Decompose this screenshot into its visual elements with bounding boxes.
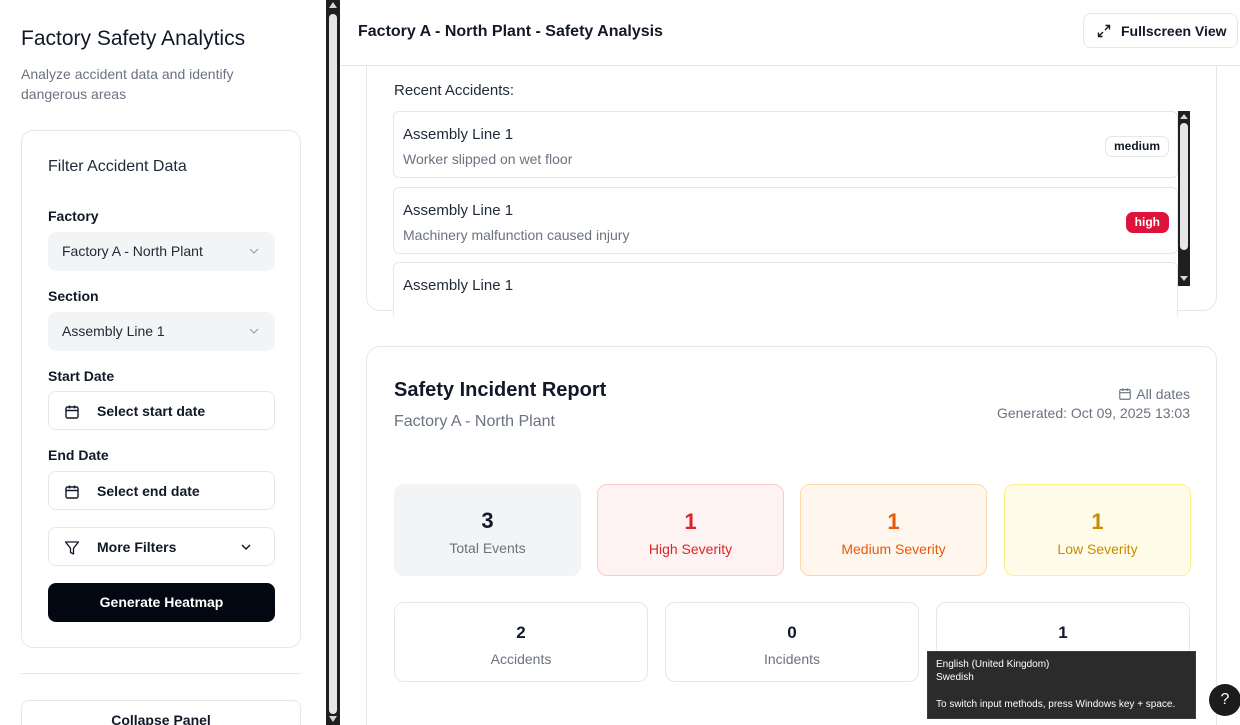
date-range-text: All dates <box>1136 386 1190 402</box>
filter-icon <box>64 541 80 555</box>
list-item[interactable]: Assembly Line 1 Machinery malfunction ca… <box>393 187 1178 254</box>
stat-accidents: 2 Accidents <box>394 602 648 682</box>
end-date-placeholder: Select end date <box>97 483 200 499</box>
start-date-label: Start Date <box>48 368 115 384</box>
section-select-value: Assembly Line 1 <box>62 323 165 339</box>
section-select[interactable]: Assembly Line 1 <box>48 312 275 351</box>
chevron-down-icon <box>249 328 259 334</box>
accident-description: Machinery malfunction caused injury <box>403 227 630 243</box>
calendar-icon <box>65 485 79 499</box>
scrollbar-thumb[interactable] <box>329 14 337 714</box>
scroll-up-arrow[interactable] <box>1180 114 1188 119</box>
calendar-icon <box>65 405 79 419</box>
recent-accidents-list: Assembly Line 1 Worker slipped on wet fl… <box>393 111 1178 316</box>
factory-select[interactable]: Factory A - North Plant <box>48 232 275 271</box>
stat-value: 0 <box>787 623 797 642</box>
calendar-icon <box>1119 388 1132 400</box>
stat-label: High Severity <box>648 541 733 557</box>
start-date-placeholder: Select start date <box>97 403 206 419</box>
stat-value: 3 <box>481 508 494 533</box>
fullscreen-button[interactable]: Fullscreen View <box>1083 13 1238 48</box>
recent-accidents-heading: Recent Accidents: <box>394 82 515 99</box>
filter-card: Filter Accident Data Factory Factory A -… <box>21 130 301 648</box>
stat-incidents: 0 Incidents <box>665 602 919 682</box>
stat-label: Total Events <box>449 540 526 556</box>
report-date-range: All dates <box>997 385 1190 404</box>
report-subtitle: Factory A - North Plant <box>394 413 555 430</box>
accident-section: Assembly Line 1 <box>403 202 514 219</box>
accident-description: Worker slipped on wet floor <box>403 151 573 167</box>
end-date-button[interactable]: Select end date <box>48 471 275 510</box>
stat-medium-severity: 1 Medium Severity <box>800 484 987 576</box>
more-filters-button[interactable]: More Filters <box>48 527 275 566</box>
tooltip-language-2: Swedish <box>936 672 974 683</box>
stat-high-severity: 1 High Severity <box>597 484 784 576</box>
start-date-button[interactable]: Select start date <box>48 391 275 430</box>
stat-label: Accidents <box>490 651 552 667</box>
help-button[interactable]: ? <box>1209 684 1240 716</box>
sidebar: Factory Safety Analytics Analyze acciden… <box>0 0 326 725</box>
app-root: Factory Safety Analytics Analyze acciden… <box>0 0 1240 725</box>
end-date-label: End Date <box>48 447 109 463</box>
scroll-up-arrow[interactable] <box>329 2 337 8</box>
scroll-down-arrow[interactable] <box>1180 276 1188 281</box>
app-subtitle: Analyze accident data and identify dange… <box>21 66 234 102</box>
input-method-tooltip: English (United Kingdom) Swedish To swit… <box>927 651 1196 719</box>
factory-label: Factory <box>48 208 99 224</box>
more-filters-label: More Filters <box>97 539 177 555</box>
stat-label: Low Severity <box>1057 541 1138 557</box>
stat-value: 2 <box>516 623 526 642</box>
stat-label: Incidents <box>763 651 821 667</box>
stat-total-events: 3 Total Events <box>394 484 581 576</box>
main-panel: Recent Accidents: Assembly Line 1 Worker… <box>340 0 1240 725</box>
scroll-down-arrow[interactable] <box>329 716 337 722</box>
tooltip-hint: To switch input methods, press Windows k… <box>936 699 1176 710</box>
factory-select-value: Factory A - North Plant <box>62 243 203 259</box>
fullscreen-label: Fullscreen View <box>1121 23 1227 39</box>
collapse-panel-button[interactable]: Collapse Panel <box>21 700 301 725</box>
sidebar-scrollbar[interactable] <box>326 0 340 725</box>
accidents-list-scrollbar[interactable] <box>1178 111 1190 286</box>
generate-heatmap-button[interactable]: Generate Heatmap <box>48 583 275 622</box>
chevron-down-icon <box>241 544 251 551</box>
tooltip-language-1: English (United Kingdom) <box>936 659 1050 670</box>
app-title: Factory Safety Analytics <box>21 27 246 50</box>
accident-section: Assembly Line 1 <box>403 277 514 294</box>
stat-value: 1 <box>1058 623 1068 642</box>
expand-icon <box>1097 24 1111 38</box>
scrollbar-thumb[interactable] <box>1180 123 1188 250</box>
report-generated: Generated: Oct 09, 2025 13:03 <box>996 405 1190 421</box>
sidebar-divider <box>21 673 301 674</box>
main-header: Factory A - North Plant - Safety Analysi… <box>340 0 1240 66</box>
list-item[interactable]: Assembly Line 1 Worker slipped on wet fl… <box>393 111 1178 178</box>
stat-value: 1 <box>1091 509 1104 534</box>
severity-badge: high <box>1125 212 1169 233</box>
section-label: Section <box>48 288 99 304</box>
severity-badge: medium <box>1104 136 1169 157</box>
stat-value: 1 <box>684 509 697 534</box>
page-title: Factory A - North Plant - Safety Analysi… <box>358 23 663 40</box>
list-item[interactable]: Assembly Line 1 <box>393 262 1178 316</box>
report-title: Safety Incident Report <box>394 379 607 401</box>
accident-section: Assembly Line 1 <box>403 126 514 143</box>
filter-title: Filter Accident Data <box>48 158 187 175</box>
chevron-down-icon <box>249 248 259 254</box>
stat-label: Medium Severity <box>841 541 946 557</box>
stat-low-severity: 1 Low Severity <box>1004 484 1191 576</box>
stat-value: 1 <box>887 509 900 534</box>
report-meta: All dates Generated: Oct 09, 2025 13:03 <box>997 385 1190 423</box>
